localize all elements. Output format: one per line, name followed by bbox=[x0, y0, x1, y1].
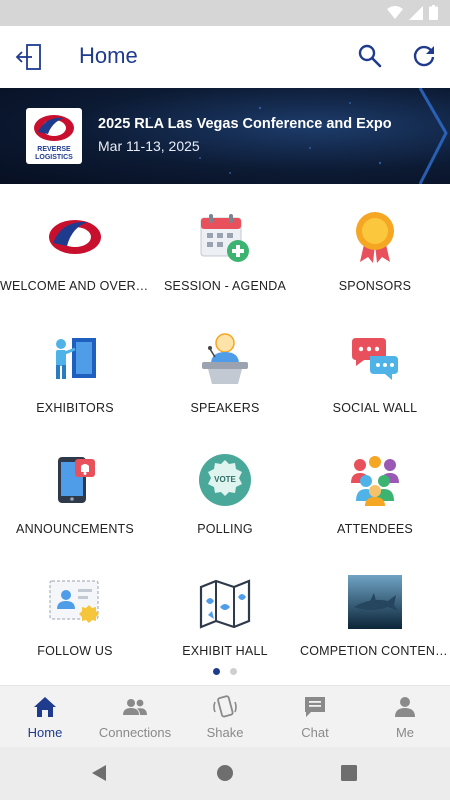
rla-logo: REVERSE LOGISTICS bbox=[26, 108, 82, 164]
signal-icon bbox=[409, 5, 423, 20]
event-title: 2025 RLA Las Vegas Conference and Expo bbox=[98, 116, 392, 132]
tab-me[interactable]: Me bbox=[360, 686, 450, 748]
person-icon bbox=[395, 697, 415, 717]
exhibitor-booth-icon bbox=[56, 338, 96, 379]
tab-label: Connections bbox=[98, 725, 172, 740]
status-icons bbox=[387, 5, 438, 20]
certificate-icon bbox=[49, 580, 99, 623]
tab-label: Me bbox=[395, 725, 415, 740]
tile-label: SOCIAL WALL bbox=[332, 401, 418, 415]
svg-text:LOGISTICS: LOGISTICS bbox=[35, 154, 73, 161]
tile-session-agenda[interactable]: SESSION - AGENDA bbox=[150, 184, 300, 306]
svg-text:REVERSE: REVERSE bbox=[37, 146, 71, 153]
exit-icon[interactable] bbox=[14, 41, 46, 73]
tile-label: SESSION - AGENDA bbox=[164, 279, 286, 293]
status-bar bbox=[0, 0, 450, 26]
menu-grid: WELCOME AND OVERVI... SESSION - AGENDA S… bbox=[0, 184, 450, 672]
tile-competition-contenders[interactable]: COMPETION CONTEND... bbox=[300, 549, 450, 671]
tile-label: ATTENDEES bbox=[337, 522, 413, 536]
tile-label: SPONSORS bbox=[338, 279, 412, 293]
floor-map-icon bbox=[199, 579, 251, 629]
search-icon[interactable] bbox=[356, 42, 384, 70]
tab-label: Chat bbox=[301, 725, 329, 740]
page-indicator bbox=[0, 668, 450, 675]
tab-label: Shake bbox=[206, 725, 244, 740]
shark-photo-icon bbox=[348, 575, 402, 629]
tile-attendees[interactable]: ATTENDEES bbox=[300, 427, 450, 549]
tile-exhibit-hall[interactable]: EXHIBIT HALL bbox=[150, 549, 300, 671]
page-title: Home bbox=[79, 43, 138, 68]
tile-welcome[interactable]: WELCOME AND OVERVI... bbox=[0, 184, 150, 306]
tile-label: EXHIBITORS bbox=[36, 401, 114, 415]
bottom-tab-bar: Home Connections Shake Chat Me bbox=[0, 685, 450, 747]
home-circle-icon[interactable] bbox=[214, 762, 236, 784]
home-icon bbox=[34, 697, 56, 717]
tile-label: FOLLOW US bbox=[37, 644, 113, 658]
recents-icon[interactable] bbox=[338, 762, 360, 784]
tile-label: POLLING bbox=[197, 522, 253, 536]
calendar-add-icon bbox=[200, 214, 249, 262]
vote-badge-icon: VOTE bbox=[199, 454, 251, 506]
tile-announcements[interactable]: ANNOUNCEMENTS bbox=[0, 427, 150, 549]
tile-exhibitors[interactable]: EXHIBITORS bbox=[0, 306, 150, 428]
back-icon[interactable] bbox=[88, 762, 110, 784]
tile-label: WELCOME AND OVERVI... bbox=[0, 279, 150, 293]
rla-logo-icon bbox=[49, 220, 101, 254]
system-nav-bar bbox=[0, 747, 450, 800]
tab-home[interactable]: Home bbox=[0, 686, 90, 748]
tab-shake[interactable]: Shake bbox=[180, 686, 270, 748]
tile-label: ANNOUNCEMENTS bbox=[16, 522, 134, 536]
refresh-icon[interactable] bbox=[410, 42, 438, 70]
tile-polling[interactable]: VOTE POLLING bbox=[150, 427, 300, 549]
page-dot-active[interactable] bbox=[213, 668, 220, 675]
event-dates: Mar 11-13, 2025 bbox=[98, 138, 200, 154]
award-ribbon-icon bbox=[356, 212, 394, 263]
tile-social-wall[interactable]: SOCIAL WALL bbox=[300, 306, 450, 428]
chat-icon bbox=[305, 697, 325, 717]
shake-phone-icon bbox=[213, 695, 237, 718]
svg-text:VOTE: VOTE bbox=[214, 475, 236, 484]
tab-label: Home bbox=[27, 725, 63, 740]
battery-icon bbox=[429, 5, 438, 20]
app-bar: Home bbox=[0, 26, 450, 88]
tile-follow-us[interactable]: FOLLOW US bbox=[0, 549, 150, 671]
tile-label: COMPETION CONTEND... bbox=[300, 644, 450, 658]
people-group-icon bbox=[351, 456, 399, 506]
tile-sponsors[interactable]: SPONSORS bbox=[300, 184, 450, 306]
speaker-podium-icon bbox=[202, 333, 248, 384]
people-icon bbox=[123, 699, 147, 715]
tab-chat[interactable]: Chat bbox=[270, 686, 360, 748]
tile-label: SPEAKERS bbox=[190, 401, 260, 415]
wifi-icon bbox=[387, 5, 403, 19]
tab-connections[interactable]: Connections bbox=[90, 686, 180, 748]
page-dot[interactable] bbox=[230, 668, 237, 675]
event-banner[interactable]: REVERSE LOGISTICS 2025 RLA Las Vegas Con… bbox=[0, 88, 450, 184]
phone-notification-icon bbox=[58, 457, 95, 503]
tile-label: EXHIBIT HALL bbox=[182, 644, 268, 658]
tile-speakers[interactable]: SPEAKERS bbox=[150, 306, 300, 428]
chat-bubbles-icon bbox=[352, 338, 398, 380]
